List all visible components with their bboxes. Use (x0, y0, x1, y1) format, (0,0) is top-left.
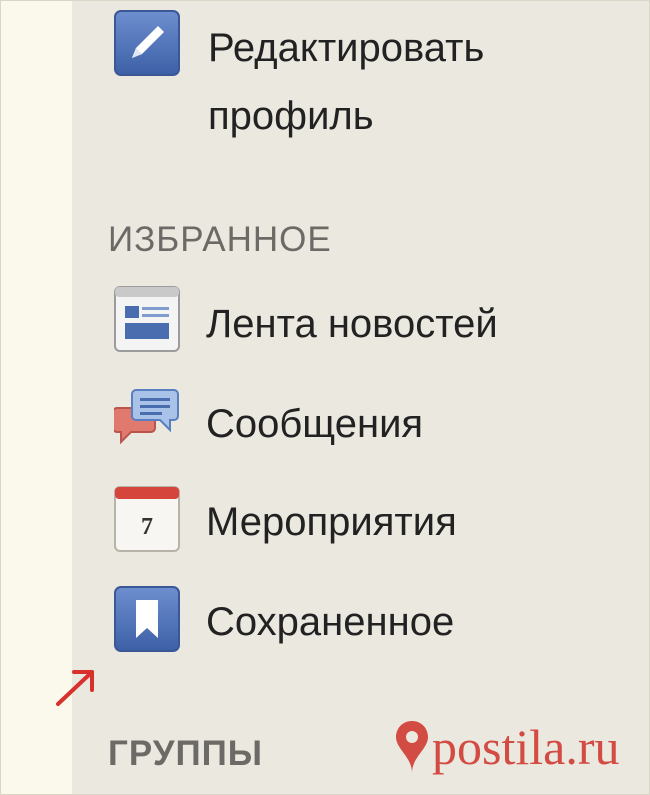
sidebar-item-news-feed-label: Лента новостей (206, 302, 498, 346)
sidebar-item-messages-label: Сообщения (206, 402, 424, 446)
pin-icon (396, 721, 428, 773)
sidebar-item-events-label: Мероприятия (206, 500, 457, 544)
favorites-section-header: ИЗБРАННОЕ (108, 220, 332, 259)
sidebar-item-saved-label: Сохраненное (206, 600, 455, 644)
pencil-icon (114, 10, 180, 76)
news-feed-icon (114, 286, 180, 352)
watermark-text: postila.ru (432, 719, 620, 775)
messages-icon (114, 389, 179, 445)
groups-section-header: ГРУППЫ (108, 734, 264, 773)
bookmark-icon (114, 586, 180, 652)
edit-profile-label-line1: Редактировать (208, 26, 485, 70)
calendar-icon: 7 (114, 486, 180, 552)
watermark: postila.ru (392, 718, 619, 776)
edit-profile-label-line2: профиль (208, 94, 374, 138)
red-arrow-icon (56, 670, 94, 706)
calendar-icon-day: 7 (141, 514, 153, 540)
